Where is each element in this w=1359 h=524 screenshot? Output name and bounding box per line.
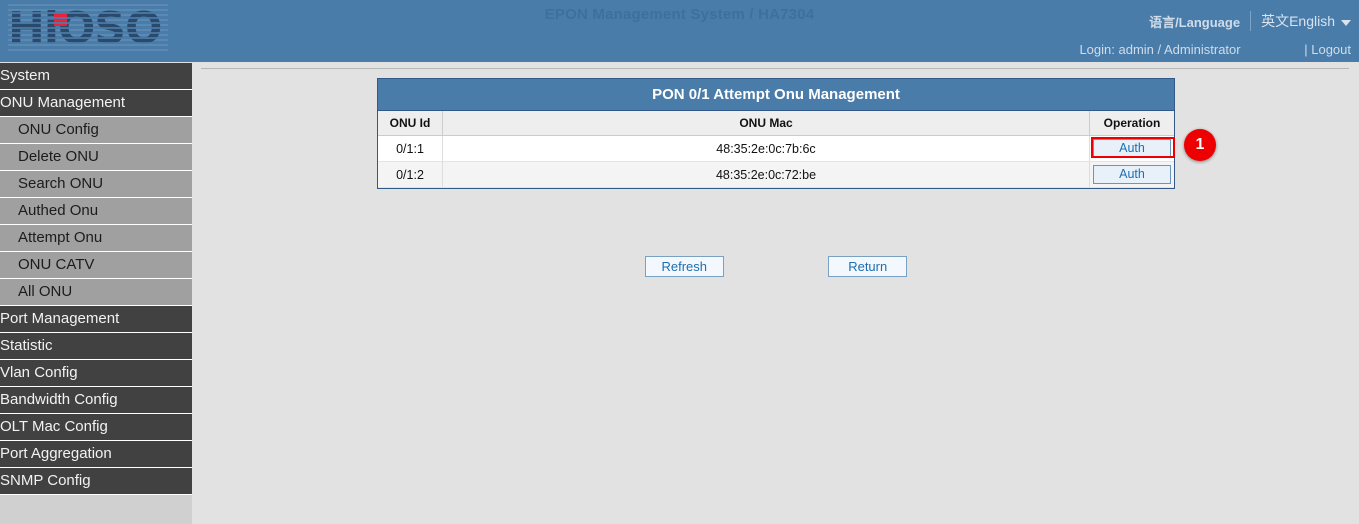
sidebar-item-authed-onu[interactable]: Authed Onu bbox=[0, 198, 192, 225]
language-selector[interactable]: 语言/Language 英文English bbox=[1149, 10, 1351, 32]
content-divider bbox=[201, 68, 1349, 69]
return-button[interactable]: Return bbox=[828, 256, 907, 277]
logout-separator: | bbox=[1304, 42, 1307, 57]
sidebar-item-statistic[interactable]: Statistic bbox=[0, 333, 192, 360]
cell-operation: Auth bbox=[1090, 162, 1175, 188]
refresh-button[interactable]: Refresh bbox=[645, 256, 724, 277]
table-header-row: ONU Id ONU Mac Operation bbox=[378, 111, 1174, 136]
sidebar-item-port-management[interactable]: Port Management bbox=[0, 306, 192, 333]
auth-button[interactable]: Auth bbox=[1093, 139, 1171, 158]
sidebar-item-bandwidth-config[interactable]: Bandwidth Config bbox=[0, 387, 192, 414]
page-header: HiOSO EPON Management System / HA7304 语言… bbox=[0, 0, 1359, 62]
column-header-operation: Operation bbox=[1090, 111, 1175, 136]
attempt-onu-panel: PON 0/1 Attempt Onu Management ONU Id ON… bbox=[377, 78, 1175, 189]
attempt-onu-table: ONU Id ONU Mac Operation 0/1:1 48:35:2e:… bbox=[378, 111, 1174, 188]
login-user-text: Login: admin / Administrator bbox=[1079, 42, 1300, 57]
chevron-down-icon[interactable] bbox=[1341, 20, 1351, 26]
sidebar-item-attempt-onu[interactable]: Attempt Onu bbox=[0, 225, 192, 252]
sidebar-item-delete-onu[interactable]: Delete ONU bbox=[0, 144, 192, 171]
sidebar-item-onu-catv[interactable]: ONU CATV bbox=[0, 252, 192, 279]
cell-operation: Auth bbox=[1090, 136, 1175, 162]
application-window: HiOSO EPON Management System / HA7304 语言… bbox=[0, 0, 1359, 524]
cell-onu-mac: 48:35:2e:0c:72:be bbox=[443, 162, 1090, 188]
column-header-onu-mac: ONU Mac bbox=[443, 111, 1090, 136]
language-label: 语言/Language bbox=[1149, 12, 1250, 31]
sidebar-item-system[interactable]: System bbox=[0, 63, 192, 90]
sidebar-filler bbox=[0, 495, 192, 522]
auth-button[interactable]: Auth bbox=[1093, 165, 1171, 184]
action-button-row: Refresh Return bbox=[377, 256, 1175, 277]
language-current-value[interactable]: 英文English bbox=[1251, 11, 1341, 31]
sidebar-navigation: System ONU Management ONU Config Delete … bbox=[0, 63, 192, 524]
sidebar-item-onu-management[interactable]: ONU Management bbox=[0, 90, 192, 117]
panel-title: PON 0/1 Attempt Onu Management bbox=[378, 79, 1174, 111]
main-content-area: PON 0/1 Attempt Onu Management ONU Id ON… bbox=[193, 63, 1359, 524]
sidebar-item-olt-mac-config[interactable]: OLT Mac Config bbox=[0, 414, 192, 441]
sidebar-item-snmp-config[interactable]: SNMP Config bbox=[0, 468, 192, 495]
logout-link[interactable]: Logout bbox=[1311, 42, 1351, 57]
table-row: 0/1:2 48:35:2e:0c:72:be Auth bbox=[378, 162, 1174, 188]
cell-onu-id: 0/1:1 bbox=[378, 136, 443, 162]
cell-onu-mac: 48:35:2e:0c:7b:6c bbox=[443, 136, 1090, 162]
cell-onu-id: 0/1:2 bbox=[378, 162, 443, 188]
sidebar-item-port-aggregation[interactable]: Port Aggregation bbox=[0, 441, 192, 468]
sidebar-item-all-onu[interactable]: All ONU bbox=[0, 279, 192, 306]
table-row: 0/1:1 48:35:2e:0c:7b:6c Auth bbox=[378, 136, 1174, 162]
sidebar-item-search-onu[interactable]: Search ONU bbox=[0, 171, 192, 198]
sidebar-item-vlan-config[interactable]: Vlan Config bbox=[0, 360, 192, 387]
sidebar-item-onu-config[interactable]: ONU Config bbox=[0, 117, 192, 144]
annotation-badge-1: 1 bbox=[1184, 129, 1216, 161]
login-status-bar: Login: admin / Administrator | Logout bbox=[1079, 42, 1351, 57]
column-header-onu-id: ONU Id bbox=[378, 111, 443, 136]
